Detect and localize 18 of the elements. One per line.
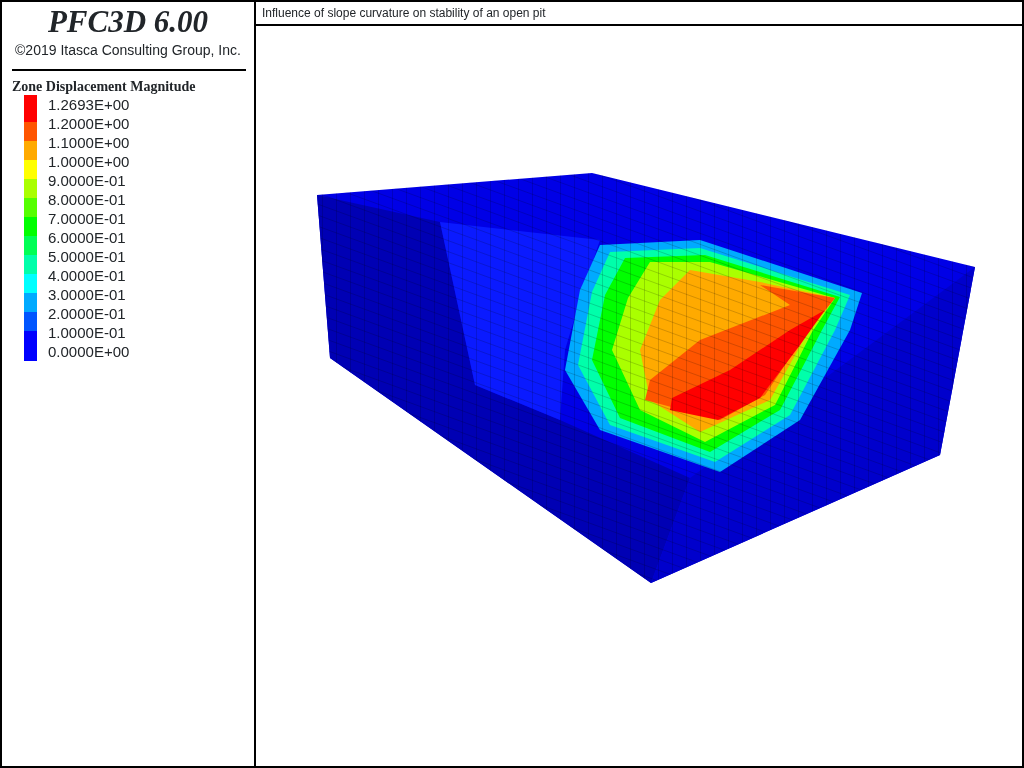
legend-label: 8.0000E-01 [48, 190, 127, 209]
legend-label: 1.0000E+00 [48, 152, 130, 171]
legend-label: 6.0000E-01 [48, 228, 127, 247]
legend-label: 1.2000E+00 [48, 114, 130, 133]
copyright-text: ©2019 Itasca Consulting Group, Inc. [14, 41, 242, 59]
legend-label: 5.0000E-01 [48, 247, 127, 266]
legend-label: 3.0000E-01 [48, 285, 127, 304]
legend-label: 2.0000E-01 [48, 304, 127, 323]
legend-label: 1.1000E+00 [48, 133, 130, 152]
legend-label: 0.0000E+00 [48, 342, 130, 361]
legend-label: 7.0000E-01 [48, 209, 127, 228]
legend-label: 9.0000E-01 [48, 171, 127, 190]
legend-label: 1.0000E-01 [48, 323, 127, 342]
plot-title: Influence of slope curvature on stability of an open pit [262, 6, 546, 20]
legend-label: 1.2693E+00 [48, 95, 130, 114]
legend-label: 4.0000E-01 [48, 266, 127, 285]
legend-title: Zone Displacement Magnitude [12, 79, 197, 95]
product-title: PFC3D 6.00 [46, 4, 210, 40]
